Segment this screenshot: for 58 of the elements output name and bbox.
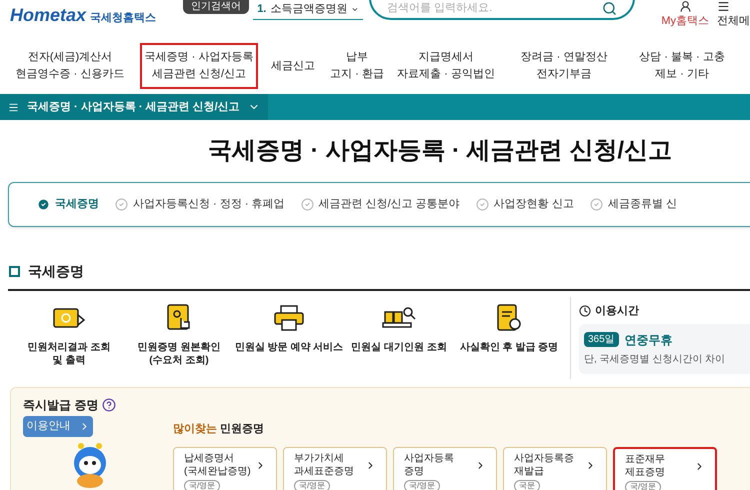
language-tag: 국/영문 (404, 480, 440, 490)
certificate-card[interactable]: 표준재무 제표증명 국/영문 (613, 447, 717, 490)
search-input[interactable]: 검색어를 입력하세요. (387, 0, 602, 16)
tab[interactable]: 사업장현황 신고 (476, 196, 574, 213)
logo-subtitle: 국세청홈택스 (90, 13, 156, 24)
printer-icon (273, 303, 305, 333)
certificate-card[interactable]: 사업자등록증 재발급 국문 (503, 447, 607, 490)
tab[interactable]: 세금종류별 신 (590, 196, 677, 213)
menu-icon (8, 102, 19, 112)
tab[interactable]: 세금관련 신청/신고 공통분야 (300, 196, 460, 213)
popular-heading: 많이찾는 민원증명 (173, 423, 264, 435)
search-field[interactable]: 검색어를 입력하세요. (369, 0, 636, 20)
guide-button[interactable]: 이용안내 (23, 416, 93, 437)
service-item[interactable]: 민원실 방문 예약 서비스 (234, 301, 344, 385)
breadcrumb-dropdown[interactable]: 국세증명 · 사업자등록 · 세금관련 신청/신고 (0, 94, 268, 120)
service-item[interactable]: 민원처리결과 조회 및 출력 (14, 301, 124, 385)
service-item[interactable]: 민원증명 원본확인 (수요처 조회) (124, 301, 234, 385)
check-circle-icon (115, 198, 128, 211)
check-circle-icon (476, 198, 489, 211)
language-tag: 국문 (514, 480, 540, 490)
instant-title: 즉시발급 증명 (23, 397, 98, 414)
tab[interactable]: 국세증명 (37, 196, 99, 213)
certificate-card[interactable]: 납세증명서 (국세완납증명) 국/영문 (173, 447, 277, 490)
my-hometax-link[interactable]: My홈택스 (661, 13, 709, 30)
person-icon[interactable] (678, 0, 692, 13)
nav-menu-item[interactable]: 세금신고 (258, 43, 328, 89)
page-title: 국세증명 · 사업자등록 · 세금관련 신청/신고 (208, 136, 672, 166)
popular-search-badge: 인기검색어 (183, 0, 250, 14)
section-title: 국세증명 (28, 262, 84, 281)
nav-menu-item[interactable]: 납부 고지 · 환급 (328, 43, 386, 89)
nav-menu-item[interactable]: 장려금 · 연말정산 전자기부금 (506, 43, 622, 89)
hours-value: 연중무휴 (624, 332, 673, 348)
nav-menu-item[interactable]: 전자(세금)계산서 현금영수증 · 신용카드 (0, 43, 140, 89)
hours-note: 단, 국세증명별 신청시간이 차이 (584, 352, 726, 366)
language-tag: 국/영문 (294, 480, 330, 490)
search-icon[interactable] (602, 0, 618, 16)
language-tag: 국/영문 (625, 481, 662, 490)
logo[interactable]: Hometax (10, 6, 86, 24)
check-circle-icon (37, 198, 50, 211)
help-icon[interactable] (102, 398, 116, 412)
popular-search-dropdown[interactable]: 1. 소득금액증명원 (253, 0, 364, 20)
check-circle-icon (300, 198, 314, 211)
language-tag: 국/영문 (184, 480, 220, 490)
square-bullet-icon (9, 266, 20, 277)
tab[interactable]: 사업자등록신청 · 정정 · 휴폐업 (115, 196, 285, 213)
menu-icon[interactable] (717, 0, 730, 13)
days-badge: 365일 (584, 332, 619, 347)
all-menu-link[interactable]: 전체메 (717, 13, 750, 30)
nav-menu-item[interactable]: 지급명세서 자료제출 · 공익법인 (386, 43, 506, 89)
service-item[interactable]: 사실확인 후 발급 증명 (454, 301, 564, 385)
nav-menu-item[interactable]: 국세증명 · 사업자등록 세금관련 신청/신고 (140, 43, 258, 89)
clock-icon (579, 305, 591, 318)
service-item[interactable]: 민원실 대기인원 조회 (344, 301, 454, 385)
certificate-card[interactable]: 부가가치세 과세표준증명 국/영문 (283, 447, 387, 490)
nav-menu-item[interactable]: 상담 · 불복 · 고충 제보 · 기타 (622, 43, 742, 89)
certificate-card[interactable]: 사업자등록 증명 국/영문 (393, 447, 497, 490)
check-circle-icon (590, 198, 603, 211)
hours-title: 이용시간 (595, 304, 639, 319)
